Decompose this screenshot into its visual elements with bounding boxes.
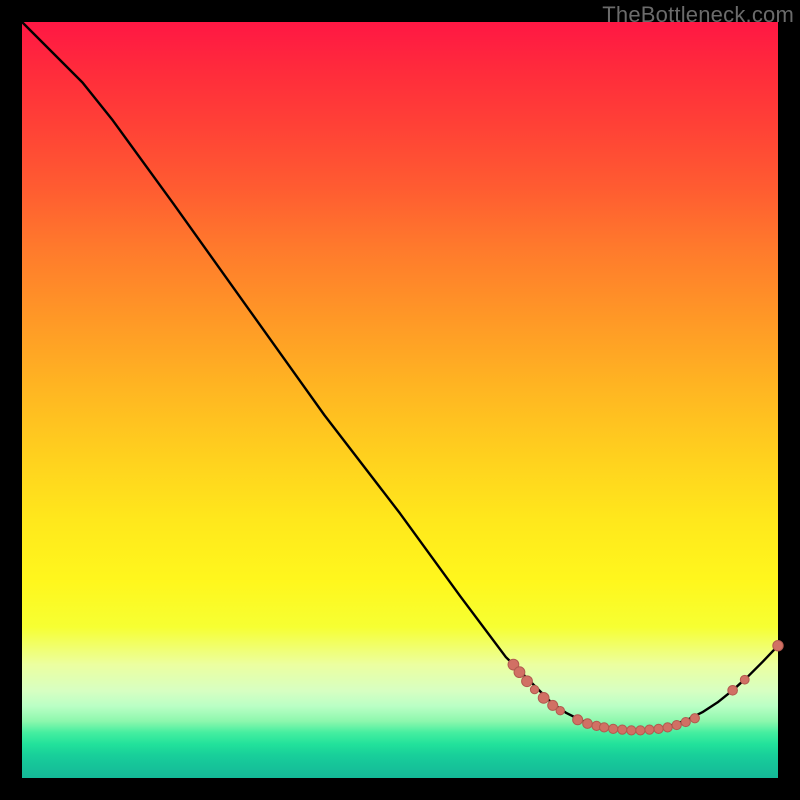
data-point — [681, 717, 690, 726]
data-point — [627, 726, 636, 735]
data-point-markers — [508, 641, 783, 735]
data-point — [556, 707, 564, 715]
data-point — [618, 725, 627, 734]
data-point — [645, 725, 654, 734]
data-point — [654, 724, 663, 733]
data-point — [538, 692, 549, 703]
chart-stage: TheBottleneck.com — [0, 0, 800, 800]
data-point — [773, 641, 783, 651]
data-point — [663, 723, 672, 732]
data-point — [514, 667, 525, 678]
data-point — [728, 686, 738, 696]
data-point — [573, 715, 583, 725]
watermark-text: TheBottleneck.com — [602, 2, 794, 28]
data-point — [740, 675, 749, 684]
data-point — [672, 720, 681, 729]
data-point — [530, 685, 538, 693]
data-point — [636, 726, 645, 735]
bottleneck-curve — [22, 22, 778, 730]
data-point — [600, 723, 609, 732]
data-point — [583, 719, 593, 729]
data-point — [609, 724, 618, 733]
chart-overlay — [22, 22, 778, 778]
data-point — [522, 676, 533, 687]
data-point — [690, 714, 699, 723]
